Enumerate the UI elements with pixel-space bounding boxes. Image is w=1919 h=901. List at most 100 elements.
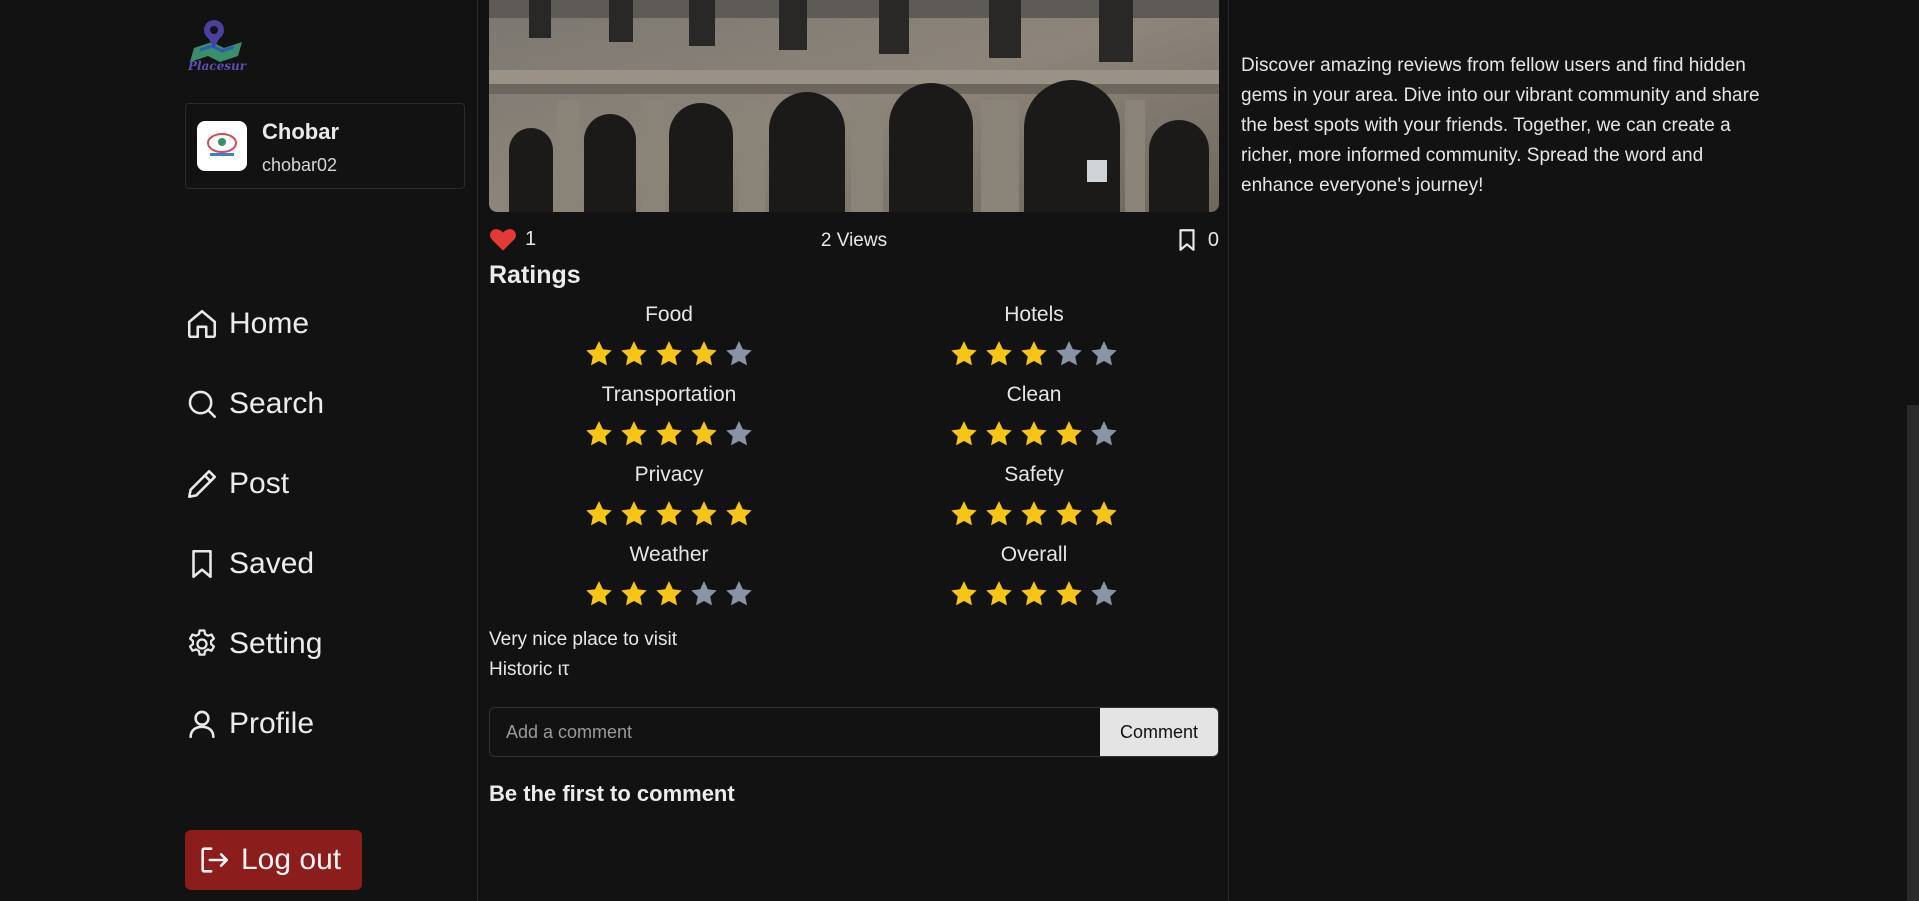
like-button[interactable]: 1 (489, 226, 536, 252)
pencil-icon (187, 469, 217, 499)
star-empty-icon (726, 341, 752, 366)
star-filled-icon (1021, 341, 1047, 366)
post-description: Very nice place to visit (489, 629, 677, 650)
star-empty-icon (1056, 341, 1082, 366)
rating-clean: Clean (849, 383, 1219, 456)
star-filled-icon (1021, 421, 1047, 446)
nav-label-post: Post (229, 467, 290, 500)
nav-item-setting[interactable]: Setting (185, 604, 324, 684)
star-filled-icon (951, 581, 977, 606)
star-filled-icon (691, 341, 717, 366)
rating-label: Transportation (601, 383, 737, 406)
star-filled-icon (1056, 421, 1082, 446)
star-filled-icon (1021, 501, 1047, 526)
star-rating (489, 498, 849, 528)
star-filled-icon (726, 501, 752, 526)
star-rating (489, 418, 849, 448)
star-filled-icon (986, 501, 1012, 526)
star-filled-icon (656, 421, 682, 446)
post-image[interactable] (489, 0, 1219, 212)
bookmark-icon (1179, 229, 1195, 251)
rating-label: Hotels (1004, 303, 1064, 326)
nav-label-saved: Saved (229, 547, 315, 580)
rating-label: Overall (1000, 543, 1068, 566)
logout-label: Log out (241, 843, 342, 876)
right-panel: Discover amazing reviews from fellow use… (1230, 0, 1919, 901)
like-count: 1 (525, 227, 537, 250)
avatar-logo-icon (207, 133, 237, 156)
app-logo[interactable]: Placesur (186, 18, 248, 76)
post-description-block: Very nice place to visit Historic ιτ (489, 625, 677, 685)
star-empty-icon (1091, 581, 1117, 606)
comment-input[interactable] (490, 708, 1102, 756)
save-button[interactable]: 0 (1174, 226, 1219, 254)
star-filled-icon (986, 421, 1012, 446)
gear-icon (188, 629, 216, 656)
left-sidebar: Placesur Chobar chobar02 Home Search Pos… (0, 0, 478, 901)
star-filled-icon (951, 421, 977, 446)
star-filled-icon (691, 501, 717, 526)
nav-item-home[interactable]: Home (185, 284, 324, 364)
star-filled-icon (951, 341, 977, 366)
nav-item-search[interactable]: Search (185, 364, 324, 444)
star-filled-icon (586, 341, 612, 366)
views-count: 2 Views (820, 230, 888, 251)
star-filled-icon (691, 421, 717, 446)
nav-item-profile[interactable]: Profile (185, 684, 324, 764)
star-filled-icon (621, 581, 647, 606)
rating-label: Clean (1006, 383, 1062, 406)
nav-label-setting: Setting (229, 627, 323, 660)
avatar (197, 121, 247, 171)
user-handle: chobar02 (262, 155, 338, 175)
home-icon (187, 309, 217, 339)
nav-item-post[interactable]: Post (185, 444, 324, 524)
page: Placesur Chobar chobar02 Home Search Pos… (0, 0, 1919, 901)
star-filled-icon (656, 341, 682, 366)
map-pin-logo-icon (190, 20, 242, 62)
star-filled-icon (621, 341, 647, 366)
nav-item-saved[interactable]: Saved (185, 524, 324, 604)
colosseum-photo (489, 0, 1219, 212)
star-empty-icon (726, 581, 752, 606)
nav-label-search: Search (229, 387, 325, 420)
rating-hotels: Hotels (849, 303, 1219, 376)
bookmark-icon (192, 549, 212, 579)
logout-icon (201, 847, 229, 873)
logo-text: Placesur (187, 59, 247, 73)
nav-label-home: Home (229, 307, 310, 340)
ratings-grid: Food Hotels Transportation Clean Privacy Safe… (489, 303, 1219, 616)
rating-food: Food (489, 303, 849, 376)
promo-text: Discover amazing reviews from fellow use… (1241, 55, 1760, 196)
user-card[interactable]: Chobar chobar02 (185, 103, 465, 189)
star-filled-icon (1056, 501, 1082, 526)
star-rating (489, 338, 849, 368)
star-filled-icon (621, 421, 647, 446)
rating-overall: Overall (849, 543, 1219, 616)
ratings-title: Ratings (489, 261, 581, 289)
star-rating (849, 338, 1219, 368)
nav-label-profile: Profile (229, 707, 315, 740)
post-stats: 2 Views 1 0 (489, 222, 1219, 258)
star-filled-icon (1021, 581, 1047, 606)
comment-button[interactable]: Comment (1100, 708, 1218, 756)
rating-safety: Safety (849, 463, 1219, 536)
star-filled-icon (621, 501, 647, 526)
rating-label: Food (645, 303, 693, 326)
rating-label: Safety (1004, 463, 1064, 486)
star-empty-icon (1091, 341, 1117, 366)
star-filled-icon (1091, 501, 1117, 526)
logout-button[interactable]: Log out (185, 830, 362, 890)
star-empty-icon (691, 581, 717, 606)
star-filled-icon (986, 581, 1012, 606)
star-rating (849, 578, 1219, 608)
comment-form: Comment (489, 707, 1219, 757)
star-filled-icon (1056, 581, 1082, 606)
star-rating (489, 578, 849, 608)
rating-label: Weather (629, 543, 709, 566)
user-name: Chobar (262, 119, 339, 144)
main-nav: Home Search Post Saved Setting Profile (185, 284, 324, 764)
star-filled-icon (656, 501, 682, 526)
star-rating (849, 418, 1219, 448)
scrollbar-thumb[interactable] (1907, 405, 1919, 901)
rating-privacy: Privacy (489, 463, 849, 536)
